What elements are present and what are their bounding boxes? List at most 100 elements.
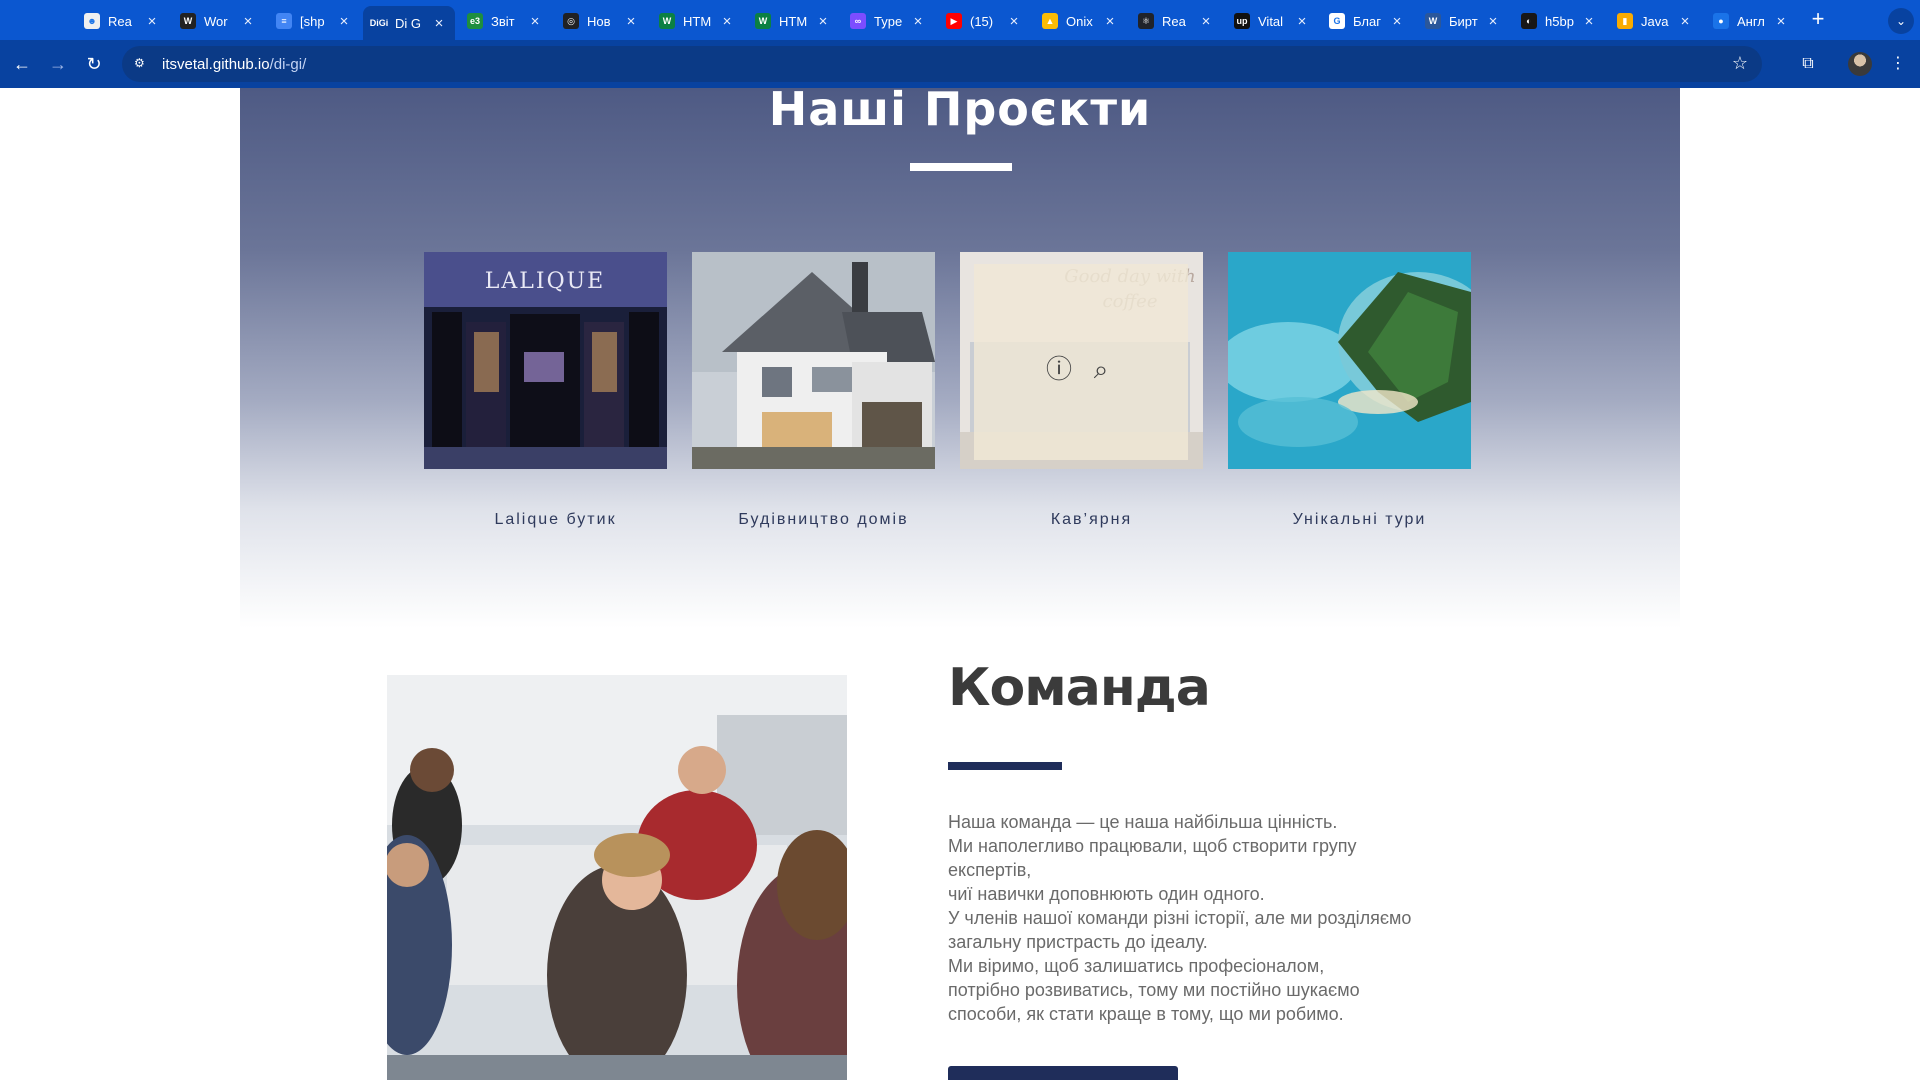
browser-tab[interactable]: ≡ [shp × — [268, 6, 360, 36]
lalique-sign: LALIQUE — [485, 269, 605, 294]
team-text-line: чиї навички доповнюють один одного. — [948, 884, 1265, 904]
tab-title: Di G — [395, 15, 421, 31]
tab-title: Благ — [1353, 13, 1381, 29]
project-card-lalique[interactable]: LALIQUE — [424, 252, 667, 469]
house-image — [692, 252, 935, 469]
team-text-line: Наша команда — це наша найбільша цінніст… — [948, 812, 1338, 832]
browser-tab[interactable]: ▶ (15) × — [938, 6, 1030, 36]
tab-title: [shp — [300, 13, 325, 29]
web-page: Наші Проєкти LALIQUE ⓘ ⌕ Lalique бутик Б… — [0, 88, 1920, 1080]
extensions-icon[interactable]: ⧉ — [1794, 50, 1822, 78]
team-photo — [387, 675, 847, 1080]
tab-close-icon[interactable]: × — [623, 13, 639, 30]
tab-close-icon[interactable]: × — [1006, 13, 1022, 30]
projects-title: Наші Проєкти — [768, 88, 1152, 136]
tab-favicon-icon: W — [659, 13, 675, 29]
zoom-search-icon[interactable]: ⌕ — [1086, 354, 1116, 384]
tab-favicon-icon: ◐ — [1521, 13, 1537, 29]
tab-title: (15) — [970, 13, 994, 29]
tab-title: Нов — [587, 13, 611, 29]
tab-title: Англ — [1737, 13, 1765, 29]
browser-tab[interactable]: W Бирт × — [1417, 6, 1509, 36]
browser-tab[interactable]: up Vital × — [1226, 6, 1318, 36]
team-text-line: загальну пристрасть до ідеалу. — [948, 932, 1208, 952]
tab-close-icon[interactable]: × — [527, 13, 543, 30]
browser-tab[interactable]: ▮ Java × — [1609, 6, 1701, 36]
tab-search-button[interactable]: ⌄ — [1888, 8, 1914, 34]
tab-close-icon[interactable]: × — [336, 13, 352, 30]
tab-close-icon[interactable]: × — [1485, 13, 1501, 30]
tab-title: HTM — [683, 13, 712, 29]
tab-close-icon[interactable]: × — [719, 13, 735, 30]
project-card-tours[interactable] — [1228, 252, 1471, 469]
tab-title: Vital — [1258, 13, 1284, 29]
tab-close-icon[interactable]: × — [1294, 13, 1310, 30]
project-card-houses[interactable] — [692, 252, 935, 469]
tab-favicon-icon: e3 — [467, 13, 483, 29]
team-text-line: У членів нашої команди різні історії, ал… — [948, 908, 1412, 928]
tab-close-icon[interactable]: × — [1102, 13, 1118, 30]
team-text-line: потрібно розвиватись, тому ми постійно ш… — [948, 980, 1360, 1000]
tab-close-icon[interactable]: × — [1581, 13, 1597, 30]
new-tab-button[interactable]: + — [1806, 8, 1830, 32]
tab-title: Java — [1641, 13, 1669, 29]
tab-favicon-icon: up — [1234, 13, 1250, 29]
menu-icon[interactable]: ⋮ — [1884, 50, 1912, 78]
browser-tab[interactable]: ⚛ Rea × — [1130, 6, 1222, 36]
site-info-icon[interactable]: ⚙ — [134, 56, 150, 72]
profile-avatar[interactable] — [1848, 52, 1872, 76]
browser-tab[interactable]: DiGi Di G × — [363, 6, 455, 40]
tab-title: Onix — [1066, 13, 1093, 29]
project-caption: Унікальні тури — [1292, 511, 1427, 528]
tab-favicon-icon: ● — [1713, 13, 1729, 29]
card-hover-overlay: ⓘ ⌕ — [974, 264, 1188, 460]
island-image — [1228, 252, 1471, 469]
project-card-cafe[interactable]: Good day with coffee ⓘ ⌕ — [960, 252, 1203, 469]
browser-tab[interactable]: ∞ Type × — [842, 6, 934, 36]
tab-strip: + ⌄ ☻ Rea × W Wor × ≡ [shp × DiGi Di G × e3 Звіт × ◎ Нов… — [0, 0, 1920, 40]
title-underline — [910, 163, 1012, 171]
tab-favicon-icon: ▮ — [1617, 13, 1633, 29]
address-bar[interactable]: ⚙ itsvetal.github.io/di-gi/ ☆ — [122, 46, 1762, 82]
browser-tab[interactable]: W HTM × — [747, 6, 839, 36]
reload-icon[interactable]: ↻ — [80, 50, 108, 78]
back-icon[interactable]: ← — [8, 50, 36, 78]
tab-close-icon[interactable]: × — [144, 13, 160, 30]
tab-close-icon[interactable]: × — [1389, 13, 1405, 30]
tab-title: Rea — [1162, 13, 1186, 29]
browser-tab[interactable]: e3 Звіт × — [459, 6, 551, 36]
projects-section: Наші Проєкти LALIQUE ⓘ ⌕ Lalique бутик Б… — [240, 88, 1680, 628]
tab-close-icon[interactable]: × — [1198, 13, 1214, 30]
team-description: Наша команда — це наша найбільша цінніст… — [948, 810, 1468, 1026]
browser-tab[interactable]: G Благ × — [1321, 6, 1413, 36]
browser-tab[interactable]: ☻ Rea × — [76, 6, 168, 36]
tab-favicon-icon: DiGi — [370, 15, 388, 31]
lalique-image: LALIQUE — [424, 252, 667, 469]
info-icon[interactable]: ⓘ — [1044, 354, 1074, 384]
project-caption: Lalique бутик — [494, 511, 617, 528]
tab-close-icon[interactable]: × — [431, 15, 447, 32]
tab-favicon-icon: ∞ — [850, 13, 866, 29]
tab-title: Type — [874, 13, 903, 29]
tab-favicon-icon: ≡ — [276, 13, 292, 29]
browser-toolbar: ← → ↻ ⚙ itsvetal.github.io/di-gi/ ☆ ⧉ ⋮ — [0, 40, 1920, 88]
browser-tab[interactable]: W Wor × — [172, 6, 264, 36]
forward-icon[interactable]: → — [44, 50, 72, 78]
team-text-line: експертів, — [948, 860, 1032, 880]
browser-tab[interactable]: ◎ Нов × — [555, 6, 647, 36]
tab-close-icon[interactable]: × — [815, 13, 831, 30]
tab-title: Wor — [204, 13, 228, 29]
team-text-line: Ми наполегливо працювали, щоб створити г… — [948, 836, 1357, 856]
browser-tab[interactable]: ● Англ × — [1705, 6, 1797, 36]
team-more-button[interactable] — [948, 1066, 1178, 1080]
tab-close-icon[interactable]: × — [1773, 13, 1789, 30]
bookmark-star-icon[interactable]: ☆ — [1732, 53, 1748, 74]
browser-tab[interactable]: W HTM × — [651, 6, 743, 36]
browser-tab[interactable]: ▲ Onix × — [1034, 6, 1126, 36]
project-caption: Кав’ярня — [1050, 511, 1133, 528]
tab-close-icon[interactable]: × — [1677, 13, 1693, 30]
tab-favicon-icon: ◎ — [563, 13, 579, 29]
browser-tab[interactable]: ◐ h5bp × — [1513, 6, 1605, 36]
tab-close-icon[interactable]: × — [910, 13, 926, 30]
tab-close-icon[interactable]: × — [240, 13, 256, 30]
